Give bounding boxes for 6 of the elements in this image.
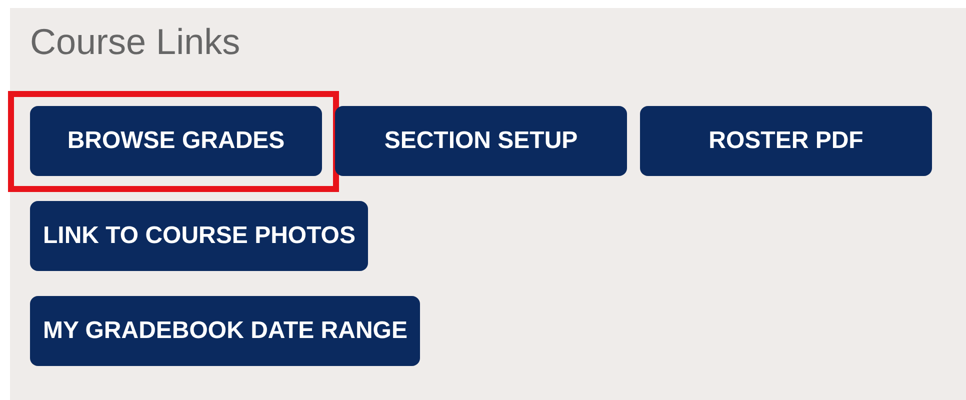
link-button[interactable]: MY GRADEBOOK DATE RANGE (30, 296, 420, 366)
link-button[interactable]: LINK TO COURSE PHOTOS (30, 201, 368, 271)
link-button[interactable]: ROSTER PDF (640, 106, 932, 176)
panel-title: Course Links (30, 22, 242, 62)
link-button[interactable]: SECTION SETUP (335, 106, 627, 176)
link-button[interactable]: BROWSE GRADES (30, 106, 322, 176)
